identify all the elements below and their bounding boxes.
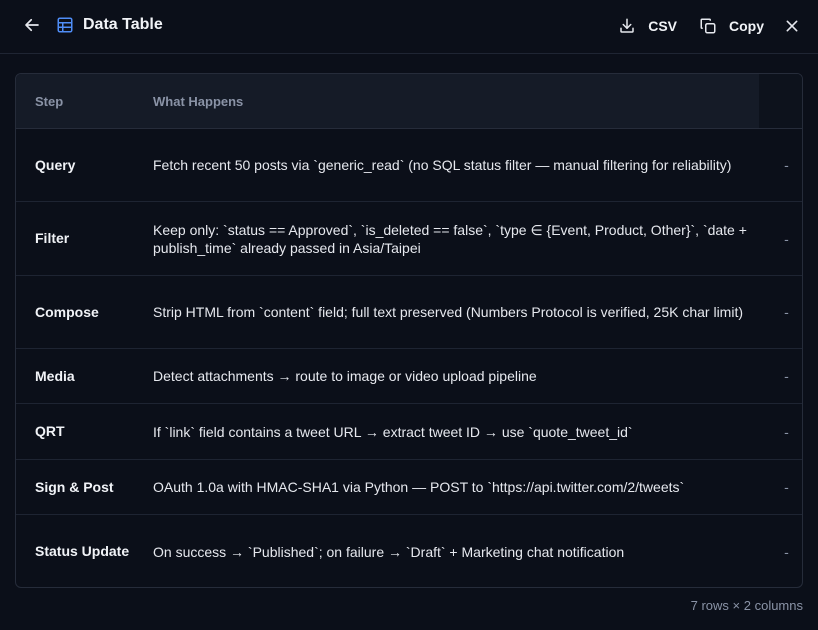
cell-step: Filter [35,230,70,246]
data-table: Step What Happens Query Fetch recent 50 … [15,73,803,588]
copy-icon [699,17,717,35]
back-button[interactable] [20,13,44,37]
cell-extra: - [784,543,789,560]
header-bar: Data Table CSV Copy [0,0,818,54]
cell-step: Media [35,367,75,384]
table-row: Status Update On success → `Published`; … [16,515,802,587]
copy-label: Copy [729,18,764,34]
cell-extra: - [784,479,789,495]
column-header-step[interactable]: Step [16,74,153,128]
table-row: Query Fetch recent 50 posts via `generic… [16,129,802,202]
column-header-what-happens[interactable]: What Happens [153,74,759,128]
table-row: Sign & Post OAuth 1.0a with HMAC-SHA1 vi… [16,460,802,515]
copy-button[interactable]: Copy [699,17,764,35]
table-icon [56,16,74,34]
cell-what-happens: If `link` field contains a tweet URL → e… [153,423,633,440]
cell-extra: - [784,157,789,173]
csv-label: CSV [648,18,677,34]
table-header: Step What Happens [16,74,802,129]
cell-step: Compose [35,303,99,320]
cell-what-happens: Fetch recent 50 posts via `generic_read`… [153,157,732,173]
table-row: Media Detect attachments → route to imag… [16,349,802,404]
cell-what-happens: On success → `Published`; on failure → `… [153,543,625,560]
close-icon [784,18,800,34]
cell-extra: - [784,423,789,440]
cell-extra: - [784,230,789,247]
cell-extra: - [784,304,789,320]
cell-step: Status Update [35,543,130,559]
table-row: Compose Strip HTML from `content` field;… [16,276,802,349]
download-icon [618,17,636,35]
arrow-left-icon [25,18,39,32]
cell-what-happens: Strip HTML from `content` field; full te… [153,304,744,320]
column-header-extra [759,74,802,128]
csv-download-button[interactable]: CSV [618,17,677,35]
table-summary: 7 rows × 2 columns [690,598,803,613]
title-group: Data Table [56,14,163,36]
cell-step: Sign & Post [35,478,114,495]
cell-what-happens: Keep only: `status == Approved`, `is_del… [153,221,747,256]
cell-step: Query [35,156,76,173]
table-row: QRT If `link` field contains a tweet URL… [16,404,802,460]
cell-step: QRT [35,423,65,439]
table-row: Filter Keep only: `status == Approved`, … [16,202,802,276]
cell-what-happens: OAuth 1.0a with HMAC-SHA1 via Python — P… [153,479,685,495]
page-title: Data Table [83,16,163,33]
close-button[interactable] [784,18,800,34]
cell-extra: - [784,368,789,384]
cell-what-happens: Detect attachments → route to image or v… [153,368,537,384]
header-actions: CSV Copy [618,13,800,39]
